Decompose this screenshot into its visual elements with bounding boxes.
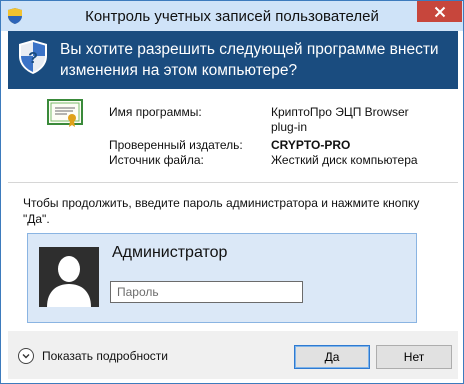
certificate-icon bbox=[47, 99, 83, 127]
uac-question: Вы хотите разрешить следующей программе … bbox=[60, 41, 439, 79]
uac-shield-icon: ? bbox=[19, 40, 47, 74]
password-field[interactable] bbox=[110, 281, 303, 303]
publisher-label: Проверенный издатель: bbox=[109, 138, 243, 152]
chevron-down-icon bbox=[18, 348, 34, 364]
divider bbox=[8, 182, 458, 183]
show-details-toggle[interactable]: Показать подробности bbox=[18, 347, 168, 365]
password-prompt: Чтобы продолжить, введите пароль админис… bbox=[23, 196, 420, 226]
publisher-value: CRYPTO-PRO bbox=[271, 138, 351, 152]
uac-dialog: Контроль учетных записей пользователей ?… bbox=[0, 0, 464, 384]
program-name-value-line2: plug-in bbox=[271, 120, 308, 134]
svg-text:?: ? bbox=[28, 50, 38, 67]
close-icon bbox=[434, 6, 445, 17]
program-name-label: Имя программы: bbox=[109, 105, 202, 119]
no-button[interactable]: Нет bbox=[376, 345, 452, 369]
program-details: Имя программы: КриптоПро ЭЦП Browser plu… bbox=[1, 89, 463, 179]
file-source-label: Источник файла: bbox=[109, 153, 204, 167]
username: Администратор bbox=[112, 244, 228, 261]
show-details-label: Показать подробности bbox=[42, 349, 168, 363]
dialog-footer: Показать подробности Да Нет bbox=[8, 331, 458, 379]
uac-header-banner: ? Вы хотите разрешить следующей программ… bbox=[8, 31, 458, 89]
close-button[interactable] bbox=[417, 1, 462, 22]
title-bar[interactable]: Контроль учетных записей пользователей bbox=[1, 1, 463, 31]
program-name-value-line1: КриптоПро ЭЦП Browser bbox=[271, 105, 409, 119]
user-silhouette-icon bbox=[47, 256, 91, 307]
avatar bbox=[39, 247, 99, 307]
file-source-value: Жесткий диск компьютера bbox=[271, 153, 418, 167]
credential-tile[interactable]: Администратор bbox=[27, 233, 417, 323]
window-title: Контроль учетных записей пользователей bbox=[85, 8, 379, 25]
yes-button[interactable]: Да bbox=[294, 345, 370, 369]
